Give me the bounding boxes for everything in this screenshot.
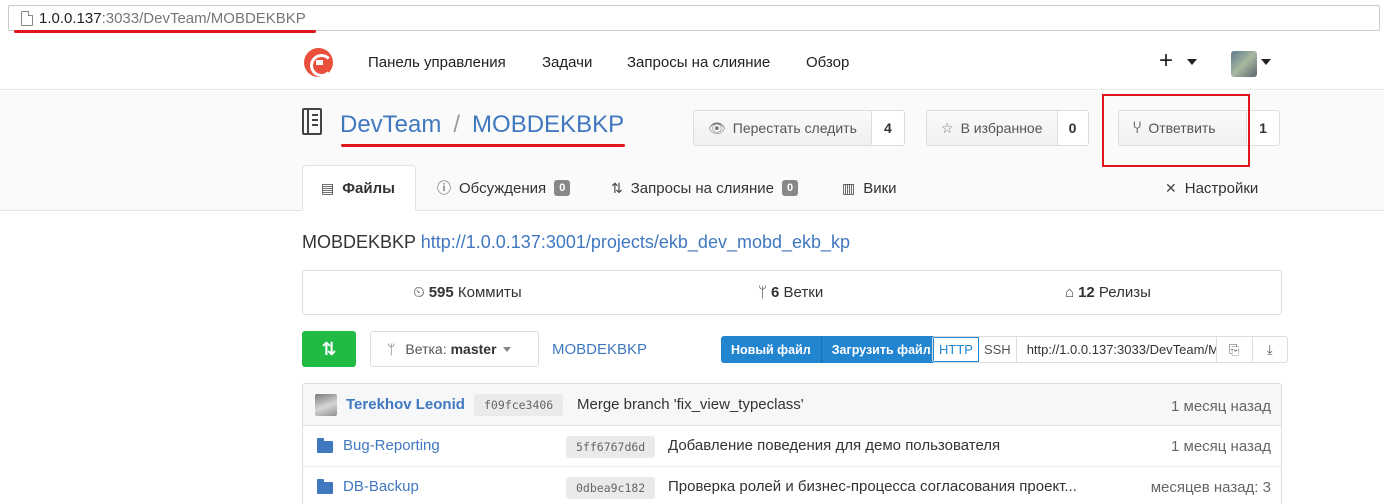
- repo-name-link[interactable]: MOBDEKBKP: [472, 111, 624, 138]
- git-branch-icon: ᛘ: [387, 341, 396, 357]
- commit-author-avatar[interactable]: [315, 394, 337, 416]
- repo-stats-bar: ⏲ 595 Коммиты ᛘ6 Ветки ⌂ 12 Релизы: [302, 270, 1282, 315]
- commit-time: 1 месяц назад: [1171, 398, 1271, 415]
- create-dropdown-caret-icon[interactable]: [1187, 59, 1197, 65]
- repo-book-icon: [302, 108, 322, 135]
- issue-opened-icon: ⓘ: [437, 180, 451, 196]
- git-branch-icon: ᛘ: [758, 284, 768, 301]
- star-count[interactable]: 0: [1058, 111, 1088, 145]
- file-text-icon: ▤: [321, 179, 335, 196]
- user-dropdown-caret-icon[interactable]: [1261, 59, 1271, 65]
- branch-caret-icon: [502, 346, 511, 352]
- releases-stat[interactable]: ⌂ 12 Релизы: [1065, 284, 1151, 301]
- git-pull-request-icon: ⇅: [611, 179, 623, 196]
- nav-explore[interactable]: Обзор: [806, 54, 849, 71]
- top-navbar: Панель управления Задачи Запросы на слия…: [0, 36, 1384, 90]
- tab-files[interactable]: ▤ Файлы: [302, 165, 416, 211]
- folder-icon: [317, 479, 333, 494]
- tag-icon: ⌂: [1065, 284, 1075, 301]
- breadcrumb-repo[interactable]: MOBDEKBKP: [552, 341, 647, 358]
- tab-pull-requests[interactable]: ⇅ Запросы на слияние 0: [611, 165, 799, 211]
- latest-commit-row: Terekhov Leonid f09fce3406 Merge branch …: [303, 384, 1281, 426]
- commit-message-link[interactable]: Добавление поведения для демо пользовате…: [668, 437, 1000, 454]
- commit-time: месяцев назад: 3: [1150, 479, 1271, 496]
- copy-clipboard-icon[interactable]: ⎘: [1217, 337, 1252, 362]
- branch-dropdown[interactable]: ᛘ Ветка: master: [370, 331, 539, 367]
- eye-icon: 👁: [708, 119, 726, 136]
- fork-count[interactable]: 1: [1247, 111, 1279, 145]
- issues-count-badge: 0: [554, 180, 571, 196]
- star-button[interactable]: ☆ В избранное: [927, 111, 1058, 145]
- ssh-button[interactable]: SSH: [979, 337, 1017, 362]
- commit-sha-button[interactable]: f09fce3406: [474, 394, 564, 416]
- unwatch-button[interactable]: 👁 Перестать следить: [694, 111, 872, 145]
- page-icon: [21, 11, 33, 26]
- file-name-link[interactable]: DB-Backup: [343, 478, 419, 495]
- file-table: Terekhov Leonid f09fce3406 Merge branch …: [302, 383, 1282, 504]
- nav-dashboard[interactable]: Панель управления: [368, 54, 506, 71]
- tab-issues[interactable]: ⓘ Обсуждения 0: [437, 165, 571, 211]
- repo-title-separator: /: [453, 111, 461, 138]
- branches-stat[interactable]: ᛘ6 Ветки: [758, 284, 823, 301]
- commit-sha-button[interactable]: 0dbea9c182: [566, 477, 656, 499]
- commit-message-link[interactable]: Проверка ролей и бизнес-процесса согласо…: [668, 478, 1077, 495]
- history-icon: ⏲: [413, 284, 425, 301]
- user-avatar[interactable]: [1231, 51, 1257, 77]
- repo-owner-link[interactable]: DevTeam: [340, 111, 441, 138]
- http-button[interactable]: HTTP: [933, 337, 979, 362]
- star-icon: ☆: [941, 119, 954, 136]
- file-name-link[interactable]: Bug-Reporting: [343, 437, 440, 454]
- folder-icon: [317, 438, 333, 453]
- star-button-group: ☆ В избранное 0: [926, 110, 1089, 146]
- watch-count[interactable]: 4: [872, 111, 904, 145]
- annotation-underline-repo-title: [341, 144, 625, 147]
- book-icon: ▥: [842, 179, 856, 196]
- table-row: DB-Backup 0dbea9c182 Проверка ролей и би…: [303, 467, 1281, 504]
- pulls-count-badge: 0: [781, 180, 799, 196]
- clone-panel: HTTP SSH http://1.0.0.137:3033/DevTeam/M…: [932, 336, 1288, 363]
- tools-icon: ✕: [1165, 179, 1177, 196]
- commit-message: Merge branch 'fix_view_typeclass': [577, 396, 804, 413]
- commits-stat[interactable]: ⏲ 595 Коммиты: [413, 284, 522, 301]
- nav-issues[interactable]: Задачи: [542, 54, 592, 71]
- commit-sha-button[interactable]: 5ff6767d6d: [566, 436, 656, 458]
- annotation-box-fork: [1102, 94, 1250, 167]
- repo-website-link[interactable]: http://1.0.0.137:3001/projects/ekb_dev_m…: [421, 232, 850, 252]
- url-text: 1.0.0.137:3033/DevTeam/MOBDEKBKP: [39, 10, 306, 27]
- annotation-underline-url: [14, 30, 316, 33]
- table-row: Bug-Reporting 5ff6767d6d Добавление пове…: [303, 427, 1281, 467]
- download-icon[interactable]: ⤓: [1251, 337, 1287, 362]
- tab-settings[interactable]: ✕ Настройки: [1165, 165, 1258, 211]
- sync-icon: ⇅: [321, 338, 337, 359]
- new-file-button[interactable]: Новый файл: [721, 336, 821, 363]
- url-field[interactable]: 1.0.0.137:3033/DevTeam/MOBDEKBKP: [8, 5, 1380, 31]
- create-plus-icon[interactable]: +: [1159, 47, 1173, 75]
- commit-time: 1 месяц назад: [1171, 438, 1271, 455]
- commit-author-link[interactable]: Terekhov Leonid: [346, 396, 465, 413]
- repo-description-text: MOBDEKBKP: [302, 232, 416, 252]
- nav-pull-requests[interactable]: Запросы на слияние: [627, 54, 770, 71]
- upload-file-button[interactable]: Загрузить файл: [820, 336, 941, 363]
- repo-title: DevTeam / MOBDEKBKP: [340, 111, 624, 139]
- tab-wiki[interactable]: ▥ Вики: [842, 165, 897, 211]
- compare-button[interactable]: ⇅: [302, 331, 356, 367]
- watch-button-group: 👁 Перестать следить 4: [693, 110, 905, 146]
- gogs-logo-icon[interactable]: [304, 48, 333, 77]
- repo-description: MOBDEKBKP http://1.0.0.137:3001/projects…: [302, 232, 850, 253]
- file-actions-group: Новый файл Загрузить файл: [721, 336, 941, 363]
- clone-url-input[interactable]: http://1.0.0.137:3033/DevTeam/MOBDEKBKP.…: [1017, 337, 1217, 362]
